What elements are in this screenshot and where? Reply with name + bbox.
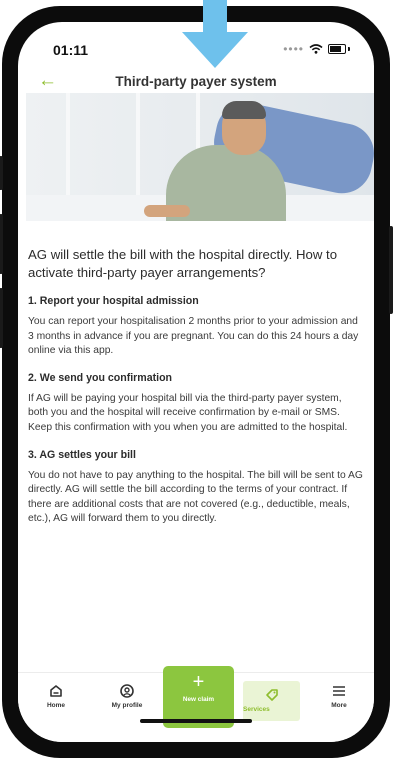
section-title: 1. Report your hospital admission bbox=[28, 295, 199, 307]
tab-my-profile[interactable]: My profile bbox=[97, 683, 157, 709]
menu-icon bbox=[333, 686, 345, 696]
tab-services-label: Services bbox=[243, 706, 270, 713]
phone-frame: 01:11 •••• ← Third-party payer system AG… bbox=[0, 6, 393, 758]
home-indicator bbox=[140, 719, 252, 723]
patient-hair bbox=[222, 101, 266, 119]
bottom-tab-bar: Home My profile + New claim Services Mor… bbox=[18, 666, 374, 742]
section-title: 3. AG settles your bill bbox=[28, 448, 136, 461]
section-text: If AG will be paying your hospital bill … bbox=[28, 392, 348, 433]
article-content: AG will settle the bill with the hospita… bbox=[28, 246, 364, 540]
battery-icon bbox=[328, 44, 346, 54]
tab-profile-label: My profile bbox=[111, 702, 143, 709]
app-screen: 01:11 •••• ← Third-party payer system AG… bbox=[18, 22, 374, 742]
section-text: You do not have to pay anything to the h… bbox=[28, 469, 363, 525]
plus-icon: + bbox=[192, 671, 205, 693]
power-button bbox=[389, 226, 393, 314]
battery-tip bbox=[348, 47, 350, 51]
arrow-down-icon bbox=[182, 0, 248, 68]
volume-down-button bbox=[0, 288, 3, 348]
home-icon bbox=[50, 685, 62, 697]
profile-icon bbox=[120, 684, 134, 698]
volume-up-button bbox=[0, 214, 3, 274]
hospital-patient-photo bbox=[26, 93, 374, 221]
silent-switch bbox=[0, 156, 3, 190]
section-text: You can report your hospitalisation 2 mo… bbox=[28, 316, 359, 357]
intro-text: AG will settle the bill with the hospita… bbox=[28, 247, 338, 280]
section-title: 2. We send you confirmation bbox=[28, 371, 173, 384]
tag-icon bbox=[265, 689, 278, 701]
new-claim-label: New claim bbox=[182, 696, 215, 703]
tab-home[interactable]: Home bbox=[26, 683, 86, 709]
tab-more[interactable]: More bbox=[309, 683, 369, 709]
page-title: Third-party payer system bbox=[115, 74, 277, 89]
status-icons: •••• bbox=[283, 42, 350, 56]
signal-icon: •••• bbox=[283, 42, 304, 56]
patient-hand bbox=[144, 205, 190, 217]
tab-home-label: Home bbox=[46, 702, 66, 709]
tab-more-label: More bbox=[331, 702, 347, 709]
wifi-icon bbox=[309, 44, 323, 54]
status-time: 01:11 bbox=[53, 42, 89, 58]
tab-services[interactable]: Services bbox=[243, 681, 300, 721]
